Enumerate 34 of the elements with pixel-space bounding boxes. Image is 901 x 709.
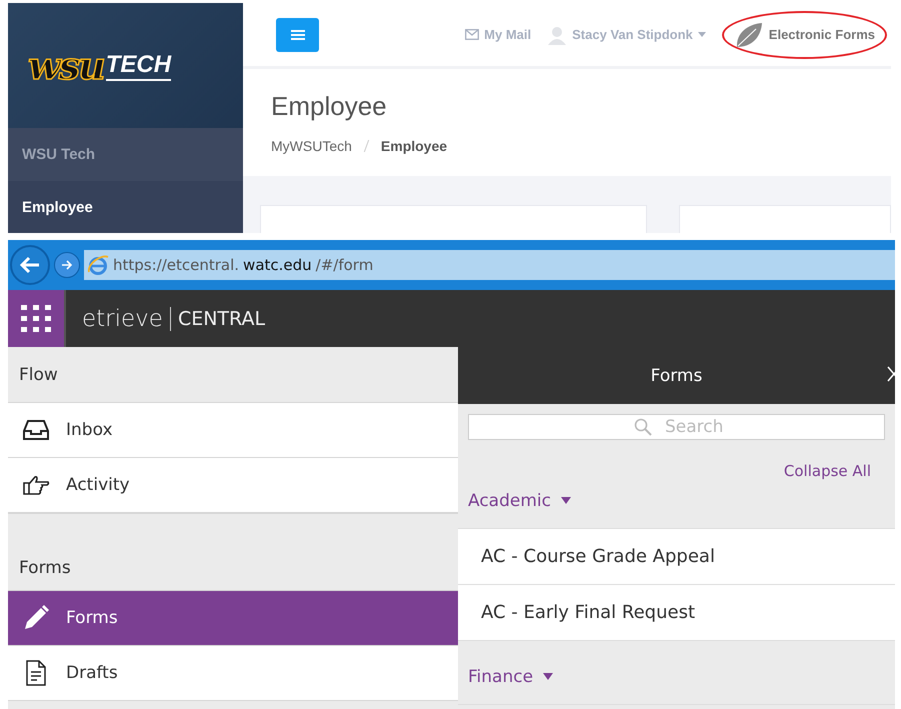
breadcrumb-item: Employee bbox=[380, 138, 448, 154]
pencil-icon bbox=[22, 605, 50, 631]
address-bar[interactable]: https://etcentral. watc.edu /#/form bbox=[84, 250, 895, 280]
menu-icon bbox=[290, 28, 304, 40]
search-icon bbox=[634, 418, 652, 436]
forward-button[interactable] bbox=[54, 252, 80, 278]
back-button[interactable] bbox=[10, 245, 50, 285]
tray-icon bbox=[22, 419, 50, 441]
section-heading: Flow bbox=[19, 364, 58, 384]
page-title: Employee bbox=[271, 91, 388, 122]
etrieve-logo: etrieve CENTRAL bbox=[82, 306, 266, 332]
mail-icon bbox=[465, 29, 480, 40]
menu-button[interactable] bbox=[276, 18, 319, 52]
nav-item[interactable]: Activity bbox=[8, 458, 458, 513]
group-header[interactable]: Finance bbox=[458, 649, 895, 705]
nav-item[interactable]: Forms bbox=[8, 591, 458, 646]
section-heading: Forms bbox=[19, 558, 71, 578]
panel-title: Forms bbox=[650, 366, 702, 386]
browser-logo-icon bbox=[87, 254, 109, 276]
user-icon bbox=[547, 24, 568, 44]
forward-arrow-icon bbox=[61, 260, 73, 270]
search-field[interactable]: Search bbox=[468, 414, 885, 440]
breadcrumb-item[interactable]: MyWSUTech bbox=[271, 138, 352, 154]
form-list-item[interactable]: AC - Course Grade Appeal bbox=[458, 529, 895, 585]
grid-icon bbox=[21, 304, 51, 332]
back-arrow-icon bbox=[19, 256, 41, 274]
form-list-item[interactable]: AC - Early Final Request bbox=[458, 585, 895, 641]
nav-item[interactable]: Drafts bbox=[8, 646, 458, 701]
nav-link[interactable]: Electronic Forms bbox=[722, 10, 887, 58]
app-launcher-button[interactable] bbox=[8, 290, 66, 347]
sidebar-item[interactable]: WSU Tech bbox=[8, 128, 243, 181]
caret-icon bbox=[698, 32, 706, 37]
pointing-hand-icon bbox=[22, 474, 50, 496]
nav-item[interactable]: Inbox bbox=[8, 403, 458, 458]
